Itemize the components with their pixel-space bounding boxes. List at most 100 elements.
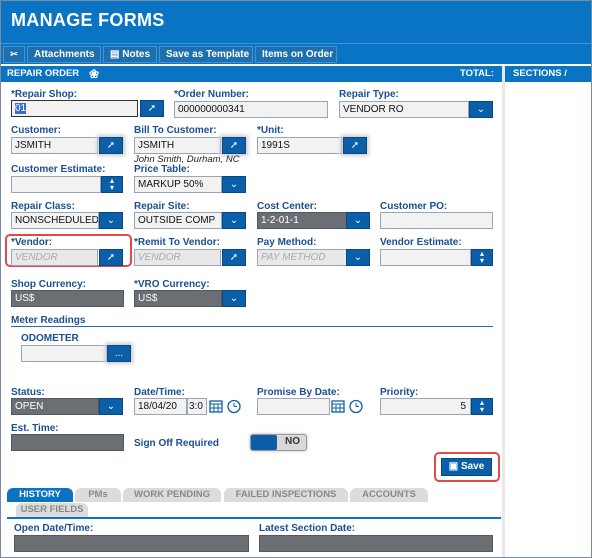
vendor-input[interactable]: VENDOR: [11, 249, 98, 266]
odometer-label: ODOMETER: [21, 333, 79, 344]
order-number-input[interactable]: 000000000341: [174, 101, 328, 118]
customer-label: Customer:: [11, 125, 62, 136]
open-date-time-label: Open Date/Time:: [14, 523, 94, 534]
vro-currency-select[interactable]: US$: [134, 290, 222, 307]
customer-po-input[interactable]: [380, 212, 493, 229]
save-icon: ▣: [448, 461, 459, 472]
price-table-label: Price Table:: [134, 164, 190, 175]
date-time-label: Date/Time:: [134, 387, 185, 398]
meter-readings-divider: [11, 326, 493, 327]
save-as-template-button[interactable]: Save as Template: [159, 46, 253, 63]
customer-estimate-label: Customer Estimate:: [11, 164, 106, 175]
priority-stepper[interactable]: ▴ ▾: [471, 398, 493, 415]
chevron-down-icon: ⌄: [476, 104, 486, 115]
remit-to-vendor-input[interactable]: VENDOR: [134, 249, 221, 266]
repair-type-dropdown-button[interactable]: ⌄: [469, 101, 493, 118]
repair-shop-label: *Repair Shop:: [11, 89, 78, 100]
tab-pms[interactable]: PMs: [75, 488, 121, 502]
attachments-button[interactable]: Attachments: [27, 46, 101, 63]
lookup-icon: ➚: [106, 140, 116, 151]
repair-site-select[interactable]: OUTSIDE COMP: [134, 212, 222, 229]
lookup-icon: ➚: [229, 252, 239, 263]
status-dropdown-button[interactable]: ⌄: [99, 398, 123, 415]
pay-method-label: Pay Method:: [257, 237, 317, 248]
items-on-order-button[interactable]: Items on Order: [255, 46, 337, 63]
shop-currency-input: US$: [11, 290, 124, 307]
odometer-more-button[interactable]: ...: [107, 345, 131, 362]
toolbar: ✂ Attachments ▤ Notes Save as Template I…: [1, 43, 591, 64]
repair-shop-lookup-button[interactable]: ➚: [140, 100, 164, 117]
vendor-lookup-button[interactable]: ➚: [99, 249, 123, 266]
ribbon-icon: ❀: [89, 67, 100, 81]
promise-calendar-icon[interactable]: [330, 399, 346, 414]
sign-off-toggle[interactable]: NO: [250, 434, 307, 451]
customer-estimate-stepper[interactable]: ▴ ▾: [101, 176, 123, 193]
chevron-down-icon: ⌄: [106, 215, 116, 226]
calendar-icon[interactable]: [208, 399, 224, 414]
toolbar-menu-button[interactable]: ✂: [3, 46, 25, 63]
latest-section-date-input: [259, 535, 493, 552]
tab-user-fields[interactable]: USER FIELDS: [16, 503, 88, 517]
sections-lines-header: SECTIONS / LINE: [505, 66, 591, 95]
repair-site-dropdown-button[interactable]: ⌄: [222, 212, 246, 229]
sections-lines-title: SECTIONS / LINE: [513, 68, 567, 95]
notes-icon: ▤: [110, 49, 120, 60]
tab-work-pending[interactable]: WORK PENDING: [123, 488, 221, 502]
clock-icon[interactable]: [226, 399, 242, 414]
vro-currency-dropdown-button[interactable]: ⌄: [222, 290, 246, 307]
vendor-estimate-stepper[interactable]: ▴ ▾: [471, 249, 493, 266]
vendor-estimate-input[interactable]: [380, 249, 471, 266]
bill-to-customer-lookup-button[interactable]: ➚: [222, 137, 246, 154]
repair-order-title: REPAIR ORDER: [7, 68, 80, 79]
open-date-time-input: [14, 535, 249, 552]
vendor-estimate-label: Vendor Estimate:: [380, 237, 462, 248]
remit-to-vendor-lookup-button[interactable]: ➚: [222, 249, 246, 266]
chevron-down-icon: ⌄: [229, 293, 239, 304]
stepper-down-icon: ▾: [109, 183, 114, 192]
promise-by-date-input[interactable]: [257, 398, 330, 415]
customer-lookup-button[interactable]: ➚: [99, 137, 123, 154]
latest-section-date-label: Latest Section Date:: [259, 523, 356, 534]
status-select[interactable]: OPEN: [11, 398, 99, 415]
notes-label: Notes: [122, 49, 151, 60]
chevron-down-icon: ⌄: [229, 179, 239, 190]
unit-input[interactable]: 1991S: [257, 137, 342, 154]
customer-estimate-input[interactable]: [11, 176, 101, 193]
customer-po-label: Customer PO:: [380, 201, 448, 212]
date-input[interactable]: 18/04/20: [134, 398, 187, 415]
cost-center-dropdown-button[interactable]: ⌄: [346, 212, 370, 229]
stepper-down-icon: ▾: [479, 256, 484, 265]
save-button[interactable]: ▣ Save: [441, 458, 492, 476]
repair-class-select[interactable]: NONSCHEDULED: [11, 212, 99, 229]
tabs-underline: [7, 517, 501, 519]
notes-button[interactable]: ▤ Notes: [103, 46, 157, 63]
odometer-input[interactable]: [21, 345, 107, 362]
cost-center-select[interactable]: 1-2-01-1: [257, 212, 347, 229]
tab-accounts[interactable]: ACCOUNTS: [350, 488, 428, 502]
tab-failed-inspections[interactable]: FAILED INSPECTIONS: [224, 488, 348, 502]
vendor-label: *Vendor:: [11, 237, 53, 248]
vro-currency-label: *VRO Currency:: [134, 279, 210, 290]
tab-history[interactable]: HISTORY: [7, 488, 73, 502]
customer-input[interactable]: JSMITH: [11, 137, 98, 154]
time-input[interactable]: 3:0: [187, 398, 207, 415]
pay-method-select[interactable]: PAY METHOD: [257, 249, 347, 266]
repair-type-select[interactable]: VENDOR RO: [339, 101, 469, 118]
stepper-down-icon: ▾: [479, 405, 484, 414]
priority-input[interactable]: 5: [380, 398, 471, 415]
est-time-label: Est. Time:: [11, 423, 59, 434]
est-time-input[interactable]: [11, 434, 124, 451]
bill-to-customer-input[interactable]: JSMITH: [134, 137, 221, 154]
price-table-select[interactable]: MARKUP 50%: [134, 176, 222, 193]
repair-class-dropdown-button[interactable]: ⌄: [99, 212, 123, 229]
panel-splitter[interactable]: [502, 66, 505, 557]
promise-clock-icon[interactable]: [348, 399, 364, 414]
unit-lookup-button[interactable]: ➚: [343, 137, 367, 154]
save-label: Save: [460, 461, 485, 472]
pay-method-dropdown-button[interactable]: ⌄: [346, 249, 370, 266]
title-bar: MANAGE FORMS: [1, 1, 591, 43]
chevron-down-icon: ⌄: [353, 215, 363, 226]
price-table-dropdown-button[interactable]: ⌄: [222, 176, 246, 193]
repair-shop-input[interactable]: 01: [11, 100, 138, 117]
priority-label: Priority:: [380, 387, 419, 398]
